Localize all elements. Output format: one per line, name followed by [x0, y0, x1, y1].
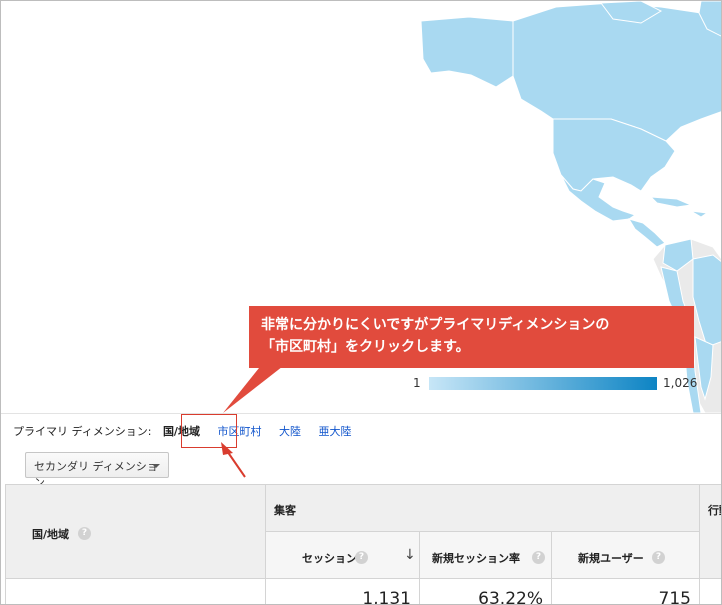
- primary-dimension-label: プライマリ ディメンション:: [13, 425, 152, 438]
- help-icon[interactable]: ?: [532, 551, 545, 564]
- map-region-caribbean-2: [690, 210, 709, 218]
- legend-gradient-bar: [429, 377, 657, 390]
- primary-dimension-continent[interactable]: 大陸: [279, 423, 301, 439]
- callout-text-line2: 「市区町村」をクリックします。: [261, 339, 470, 355]
- header-behavior-label: 行動: [708, 504, 721, 517]
- help-icon[interactable]: ?: [652, 551, 665, 564]
- map-region-caribbean: [649, 196, 693, 208]
- primary-dimension-subcontinent[interactable]: 亜大陸: [318, 423, 351, 439]
- header-country-label: 国/地域: [32, 528, 70, 541]
- section-divider: [1, 413, 721, 414]
- totals-new-users-cell: 715: [551, 578, 700, 605]
- totals-sessions-value: 1,131: [362, 589, 411, 605]
- city-highlight-box: [181, 414, 237, 448]
- header-sessions-label: セッション: [302, 552, 357, 565]
- help-icon[interactable]: ?: [355, 551, 368, 564]
- header-acquisition-label: 集客: [274, 504, 296, 517]
- sort-desc-arrow-icon[interactable]: ↓: [404, 547, 416, 563]
- header-new-users[interactable]: 新規ユーザー ?: [551, 531, 700, 579]
- report-table: 国/地域 ? 集客 行動 セッション ? ↓ 新規セッション率 ? 新規ユーザー…: [5, 484, 721, 605]
- callout-text-line1: 非常に分かりにくいですがプライマリディメンションの: [261, 317, 610, 333]
- totals-new-session-rate-value: 63.22%: [478, 589, 543, 605]
- header-new-session-rate-label: 新規セッション率: [432, 552, 520, 565]
- header-new-users-label: 新規ユーザー: [578, 552, 644, 565]
- header-new-session-rate[interactable]: 新規セッション率 ?: [419, 531, 552, 579]
- totals-behavior-cell: [699, 578, 721, 604]
- map-region-alaska: [420, 16, 514, 88]
- header-behavior-group: 行動: [699, 484, 721, 579]
- totals-new-session-rate-cell: 63.22%: [419, 578, 552, 605]
- header-acquisition-group: 集客: [265, 484, 700, 532]
- help-icon[interactable]: ?: [78, 527, 91, 540]
- dropdown-caret-icon: [152, 464, 160, 468]
- totals-new-users-value: 715: [658, 589, 691, 605]
- header-country[interactable]: 国/地域 ?: [5, 484, 266, 579]
- legend-min-value: 1: [413, 376, 421, 390]
- totals-sessions-cell: 1,131: [265, 578, 420, 605]
- annotation-arrow-line: [224, 447, 246, 478]
- map-region-canada: [512, 2, 721, 142]
- header-sessions[interactable]: セッション ? ↓: [265, 531, 420, 579]
- legend-max-value: 1,026: [663, 376, 698, 390]
- totals-country-cell: [5, 578, 266, 604]
- map-region-central-america: [627, 218, 666, 248]
- report-frame: 1 1,026 非常に分かりにくいですがプライマリディメンションの 「市区町村」…: [0, 0, 722, 605]
- annotation-callout: 非常に分かりにくいですがプライマリディメンションの 「市区町村」をクリックします…: [249, 306, 694, 368]
- secondary-dimension-dropdown[interactable]: セカンダリ ディメンション: [25, 452, 169, 489]
